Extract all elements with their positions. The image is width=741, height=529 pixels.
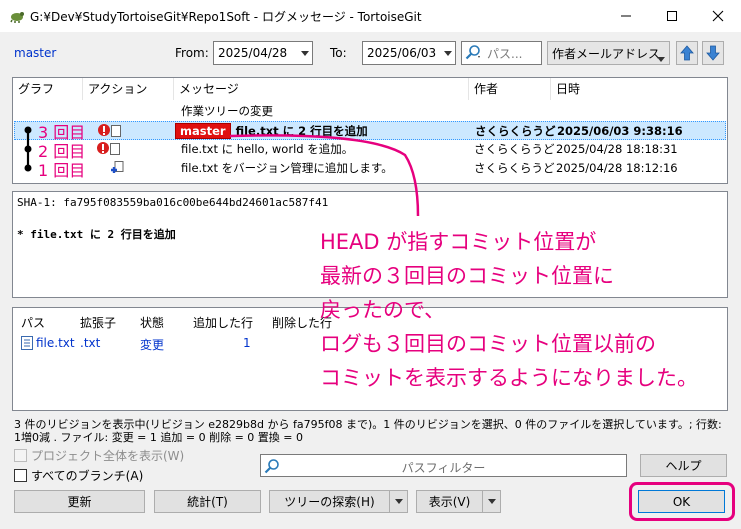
text-file-icon bbox=[21, 336, 33, 353]
column-status[interactable]: 状態 bbox=[140, 314, 164, 331]
path-filter-placeholder: パスフィルター bbox=[401, 461, 486, 475]
chevron-down-icon[interactable] bbox=[482, 491, 500, 512]
log-date: 2025/04/28 18:12:16 bbox=[556, 161, 678, 175]
column-actions[interactable]: アクション bbox=[83, 78, 174, 100]
show-whole-project-checkbox[interactable]: プロジェクト全体を表示(W) bbox=[14, 447, 184, 464]
log-message: file.txt に hello, world を追加。 bbox=[181, 142, 354, 156]
arrow-down-icon bbox=[706, 45, 720, 61]
log-row-working-tree[interactable]: 作業ツリーの変更 bbox=[14, 102, 726, 121]
log-date: 2025/04/28 18:18:31 bbox=[556, 142, 678, 156]
statistics-button[interactable]: 統計(T) bbox=[154, 490, 261, 513]
maximize-button[interactable] bbox=[649, 0, 695, 32]
from-date-value: 2025/04/28 bbox=[218, 46, 288, 60]
to-date-value: 2025/06/03 bbox=[367, 46, 437, 60]
browse-tree-button[interactable]: ツリーの探索(H) bbox=[269, 490, 408, 513]
search-placeholder: パス... bbox=[487, 46, 523, 61]
search-field-combo[interactable]: 作者メールアドレス bbox=[547, 41, 670, 65]
log-message: file.txt をバージョン管理に追加します。 bbox=[181, 161, 393, 175]
column-path[interactable]: パス bbox=[21, 314, 45, 331]
added-icon bbox=[110, 161, 124, 181]
column-lines-added[interactable]: 追加した行 bbox=[193, 314, 253, 331]
chevron-down-icon[interactable] bbox=[298, 42, 312, 64]
to-label: To: bbox=[330, 46, 347, 60]
commit-sha: SHA-1: fa795f083559ba016c00be644bd24601a… bbox=[17, 196, 329, 209]
all-branches-checkbox[interactable]: すべてのブランチ(A) bbox=[14, 467, 143, 484]
search-icon[interactable] bbox=[465, 44, 481, 63]
status-text: 3 件のリビジョンを表示中(リビジョン e2829b8d から fa795f08… bbox=[14, 418, 722, 443]
log-date: 2025/06/03 9:38:16 bbox=[557, 124, 683, 138]
log-author: さくらくらうど bbox=[474, 161, 555, 175]
tortoisegit-icon bbox=[9, 8, 25, 24]
log-row-selected[interactable]: master file.txt に 2 行目を追加 さくらくらうど 2025/06… bbox=[14, 121, 726, 140]
branch-link[interactable]: master bbox=[14, 46, 56, 60]
column-message[interactable]: メッセージ bbox=[174, 78, 469, 100]
file-extension: .txt bbox=[80, 336, 101, 350]
annotation-text: HEAD が指すコミット位置が 最新の３回目のコミット位置に 戻ったので、 ログ… bbox=[320, 230, 698, 390]
log-author: さくらくらうど bbox=[475, 124, 556, 138]
ok-highlight bbox=[629, 482, 735, 521]
from-label: From: bbox=[175, 46, 209, 60]
log-row[interactable]: file.txt に hello, world を追加。 さくらくらうど 202… bbox=[14, 140, 726, 159]
refresh-button[interactable]: 更新 bbox=[14, 490, 145, 513]
log-list[interactable]: グラフ アクション メッセージ 作者 日時 作業ツリーの変更 master fil… bbox=[12, 77, 728, 184]
column-extension[interactable]: 拡張子 bbox=[80, 314, 116, 331]
file-status: 変更 bbox=[140, 338, 165, 352]
commit-subject: * file.txt に 2 行目を追加 bbox=[17, 228, 176, 241]
search-input[interactable]: パス... bbox=[461, 41, 542, 65]
file-path: file.txt bbox=[36, 336, 75, 350]
log-message: 作業ツリーの変更 bbox=[181, 104, 273, 118]
arrow-up-icon bbox=[680, 45, 694, 61]
title-bar: G:¥Dev¥StudyTortoiseGit¥Repo1Soft - ログメッ… bbox=[0, 0, 741, 32]
chevron-down-icon[interactable] bbox=[657, 51, 665, 65]
chevron-down-icon[interactable] bbox=[389, 491, 407, 512]
column-date[interactable]: 日時 bbox=[551, 78, 727, 100]
from-date-picker[interactable]: 2025/04/28 bbox=[213, 41, 313, 65]
modified-icon bbox=[96, 141, 110, 161]
annotation-count-1: 1 回目 bbox=[38, 161, 86, 180]
minimize-button[interactable] bbox=[603, 0, 649, 32]
path-filter-input[interactable]: パスフィルター bbox=[260, 454, 627, 477]
column-author[interactable]: 作者 bbox=[469, 78, 551, 100]
move-down-button[interactable] bbox=[702, 41, 724, 65]
log-author: さくらくらうど bbox=[474, 142, 555, 156]
file-lines-added: 1 bbox=[243, 336, 251, 350]
close-button[interactable] bbox=[695, 0, 741, 32]
move-up-button[interactable] bbox=[676, 41, 698, 65]
log-message: master file.txt に 2 行目を追加 bbox=[175, 122, 368, 141]
view-button[interactable]: 表示(V) bbox=[416, 490, 501, 513]
chevron-down-icon[interactable] bbox=[441, 42, 455, 64]
help-button[interactable]: ヘルプ bbox=[640, 454, 727, 477]
log-row[interactable]: file.txt をバージョン管理に追加します。 さくらくらうど 2025/04… bbox=[14, 159, 726, 178]
window-title: G:¥Dev¥StudyTortoiseGit¥Repo1Soft - ログメッ… bbox=[30, 10, 422, 24]
branch-tag-master: master bbox=[175, 123, 231, 139]
to-date-picker[interactable]: 2025/06/03 bbox=[362, 41, 456, 65]
search-field-value: 作者メールアドレス bbox=[552, 46, 661, 61]
